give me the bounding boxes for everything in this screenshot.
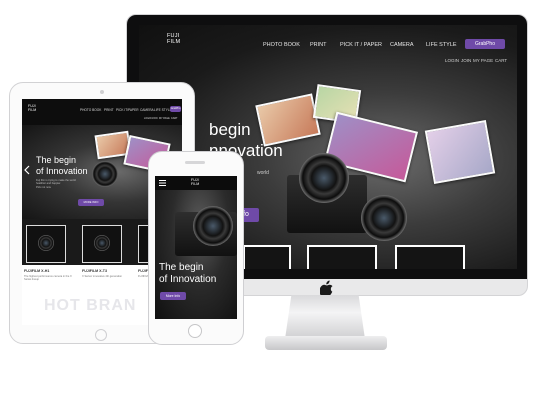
desktop-my-page-link[interactable]: MY PAGE <box>473 58 493 63</box>
tablet-logo[interactable]: FUJI FILM <box>28 104 36 112</box>
desktop-hero-photo-print <box>424 120 496 184</box>
desktop-product-thumb[interactable] <box>395 245 465 269</box>
iphone-speaker <box>185 161 205 164</box>
tablet-nav-photo-book[interactable]: PHOTO BOOK <box>80 108 101 112</box>
tablet-hero-title-line2: of Innovation <box>36 166 88 176</box>
tablet-nav-camera[interactable]: CAMERA <box>140 108 154 112</box>
desktop-hero-title-line1: begin <box>209 120 251 139</box>
tablet-nav-print[interactable]: PRINT <box>104 108 114 112</box>
mobile-logo-line2: FILM <box>191 182 200 186</box>
desktop-cart-link[interactable]: CART <box>495 58 507 63</box>
desktop-login-link[interactable]: LOGIN <box>445 58 459 63</box>
mobile-logo[interactable]: FUJI FILM <box>191 178 199 186</box>
tablet-product-name[interactable]: FUJIFILM X-H1 <box>24 269 49 273</box>
tablet-hero-subtitle: Fuji film is trying to make the world he… <box>36 179 76 189</box>
tablet-product-thumb[interactable] <box>26 225 66 263</box>
tablet-nav-cta-button[interactable]: GrabPho <box>170 106 181 112</box>
tablet-hero-title: The begin of Innovation <box>36 155 88 177</box>
tablet-header: FUJI FILM PHOTO BOOK PRINT PICK IT/PAPER… <box>22 99 182 125</box>
ipad-camera-dot <box>100 90 104 94</box>
desktop-join-link[interactable]: JOIN <box>461 58 471 63</box>
tablet-cart-link[interactable]: CART <box>171 117 177 120</box>
tablet-login-link[interactable]: LOGIN <box>144 117 151 120</box>
tablet-hot-brand-heading: HOT BRAN <box>44 297 137 314</box>
tablet-hero-camera-lens <box>92 161 118 187</box>
desktop-logo[interactable]: FUJI FILM <box>167 33 180 45</box>
tablet-join-link[interactable]: JOIN <box>152 117 157 120</box>
mobile-hero-camera-lens <box>193 206 233 246</box>
desktop-logo-line2: FILM <box>167 39 181 45</box>
tablet-product-thumb[interactable] <box>82 225 122 263</box>
desktop-product-thumb[interactable] <box>243 245 291 269</box>
mobile-hero-title-line2: of Innovation <box>159 274 217 285</box>
desktop-nav-life-style[interactable]: LIFE STYLE <box>426 42 457 48</box>
tablet-my-page-link[interactable]: MY PAGE <box>159 117 170 120</box>
desktop-nav-print[interactable]: PRINT <box>310 42 327 48</box>
desktop-hero-subtitle: world <box>257 170 269 176</box>
desktop-nav-camera[interactable]: CAMERA <box>390 42 414 48</box>
desktop-nav-pick-it-paper[interactable]: PICK IT / PAPER <box>340 42 382 48</box>
mobile-site-screen: FUJI FILM The begin of Innovation More I… <box>155 176 237 319</box>
tablet-logo-line2: FILM <box>28 108 37 112</box>
hamburger-menu-icon[interactable] <box>159 180 166 186</box>
tablet-product-desc: X Series' innovative 4th generation <box>82 275 123 278</box>
product-camera-lens <box>94 235 110 251</box>
imac-stand-base <box>265 336 387 350</box>
chevron-left-icon[interactable] <box>24 165 30 175</box>
desktop-hero-camera-lens <box>361 195 407 241</box>
mobile-hero-more-info-button[interactable]: More Info <box>160 292 186 300</box>
tablet-hero-subtitle-line3: Pick not now. <box>36 185 52 189</box>
desktop-product-thumb[interactable] <box>307 245 377 269</box>
tablet-nav-pick-it-paper[interactable]: PICK IT/PAPER <box>116 108 139 112</box>
tablet-hero-more-info-button[interactable]: MORE INFO <box>78 199 104 206</box>
tablet-hero-title-line1: The begin <box>36 155 77 165</box>
iphone-device: FUJI FILM The begin of Innovation More I… <box>148 151 244 345</box>
desktop-hero-camera-lens <box>299 153 349 203</box>
mobile-hero-title: The begin of Innovation <box>159 262 216 286</box>
mobile-hero-title-line1: The begin <box>159 262 204 273</box>
desktop-nav-cta-button[interactable]: GrabPho <box>465 39 505 49</box>
tablet-product-name[interactable]: FUJIFILM X-T3 <box>82 269 107 273</box>
desktop-nav-photo-book[interactable]: PHOTO BOOK <box>263 42 300 48</box>
iphone-home-button[interactable] <box>188 324 202 338</box>
tablet-product-desc: The highest performance camera in the X … <box>24 275 72 281</box>
imac-stand-neck <box>285 295 365 339</box>
ipad-home-button[interactable] <box>95 329 107 341</box>
apple-logo-icon <box>320 280 333 295</box>
product-camera-lens <box>38 235 54 251</box>
mobile-header: FUJI FILM <box>155 176 237 190</box>
